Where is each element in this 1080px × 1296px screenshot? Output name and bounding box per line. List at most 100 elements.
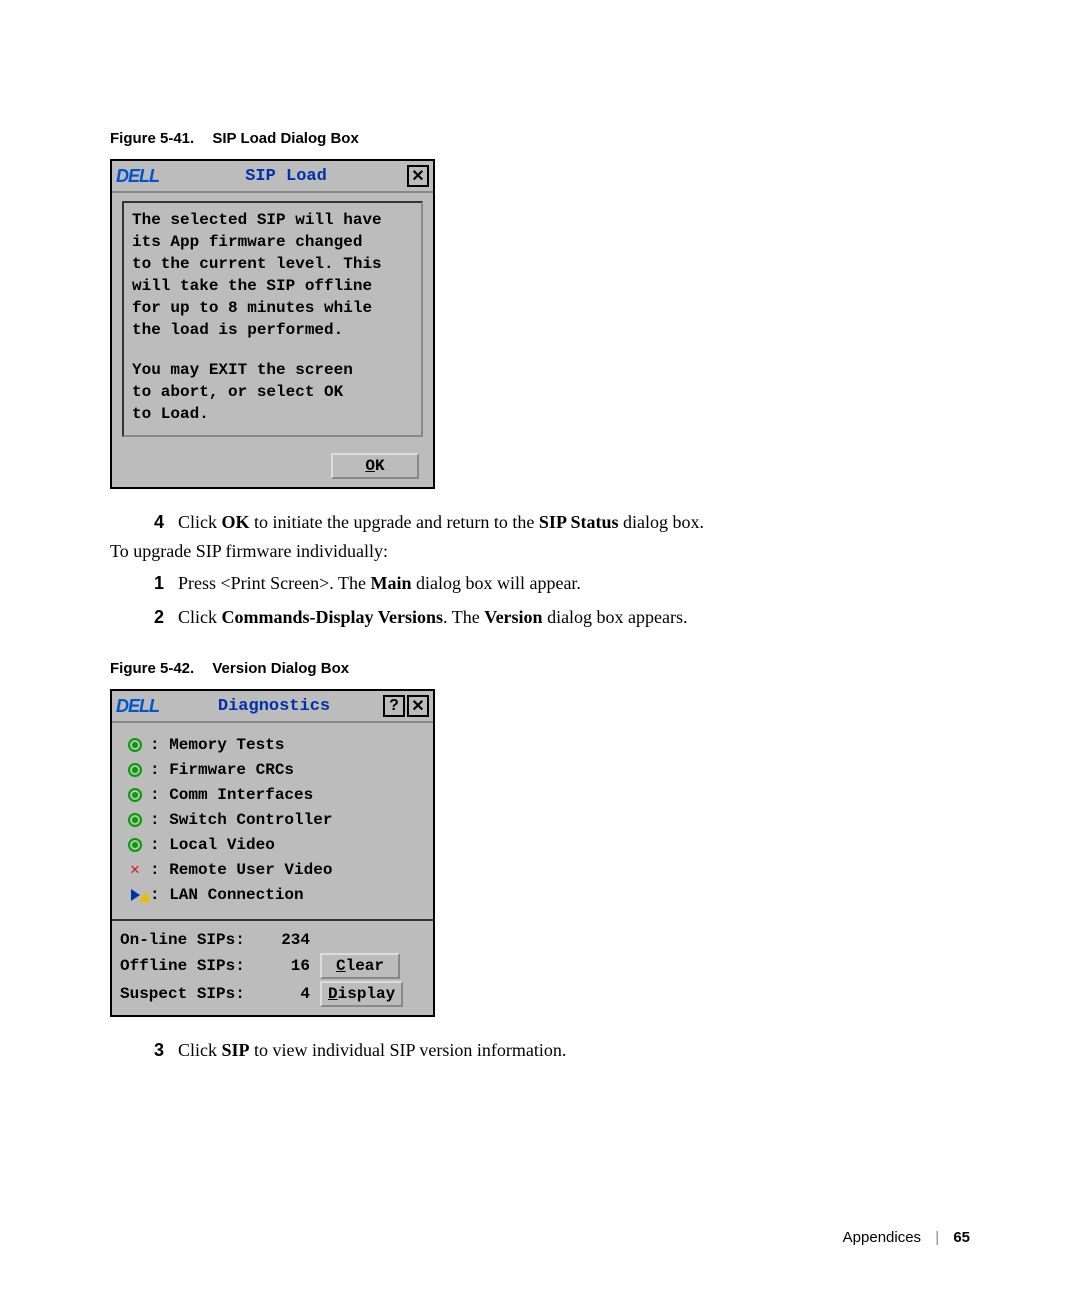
step-1: 1 Press <Print Screen>. The Main dialog …: [140, 568, 970, 598]
step-text: Click Commands-Display Versions. The Ver…: [178, 602, 970, 632]
step-number: 1: [140, 568, 164, 598]
clear-button[interactable]: Clear: [320, 953, 400, 979]
ok-underline: O: [365, 457, 375, 475]
step-number: 2: [140, 602, 164, 632]
dialog-titlebar: DELL Diagnostics: [112, 691, 433, 723]
footer-section: Appendices: [843, 1229, 921, 1246]
text: to initiate the upgrade and return to th…: [250, 512, 539, 532]
text: Press <Print Screen>. The: [178, 573, 370, 593]
figure-number: Figure 5-42.: [110, 660, 194, 677]
step-4: 4 Click OK to initiate the upgrade and r…: [140, 507, 970, 537]
dialog-button-row: OK: [112, 447, 433, 487]
status-pass-icon: [126, 836, 144, 854]
msg-line: to the current level. This: [132, 253, 413, 275]
dialog-body: : Memory Tests : Firmware CRCs : Comm In…: [112, 723, 433, 1015]
lead-paragraph: To upgrade SIP firmware individually:: [110, 541, 970, 562]
diagnostics-stats: On-line SIPs: 234 Offline SIPs: 16 Clear…: [112, 919, 433, 1015]
bold-text: Commands-Display Versions: [222, 607, 444, 627]
stat-value: 234: [260, 929, 310, 951]
ok-rest: K: [375, 457, 385, 475]
dialog-titlebar: DELL SIP Load: [112, 161, 433, 193]
diag-item-local-video: : Local Video: [126, 834, 423, 856]
diagnostics-list: : Memory Tests : Firmware CRCs : Comm In…: [112, 723, 433, 919]
figure-title: Version Dialog Box: [212, 660, 349, 677]
text: dialog box.: [618, 512, 704, 532]
diag-label: : Local Video: [150, 834, 275, 856]
step-text: Press <Print Screen>. The Main dialog bo…: [178, 568, 970, 598]
msg-line: for up to 8 minutes while: [132, 297, 413, 319]
diagnostics-dialog: DELL Diagnostics : Memory Tests : Firmwa…: [110, 689, 435, 1017]
stat-row-offline: Offline SIPs: 16 Clear: [120, 953, 425, 979]
text: . The: [443, 607, 484, 627]
diag-label: : LAN Connection: [150, 884, 304, 906]
close-icon[interactable]: [407, 165, 429, 187]
text: Click: [178, 512, 222, 532]
stat-row-suspect: Suspect SIPs: 4 Display: [120, 981, 425, 1007]
step-list-b: 1 Press <Print Screen>. The Main dialog …: [140, 568, 970, 632]
step-text: Click OK to initiate the upgrade and ret…: [178, 507, 970, 537]
display-rest: isplay: [338, 985, 396, 1003]
status-warning-icon: [126, 886, 144, 904]
figure-caption-5-41: Figure 5-41. SIP Load Dialog Box: [110, 130, 970, 147]
diag-item-lan-connection: : LAN Connection: [126, 884, 423, 906]
dell-logo: DELL: [116, 166, 159, 187]
msg-line: its App firmware changed: [132, 231, 413, 253]
display-underline: D: [328, 985, 338, 1003]
footer-separator: |: [935, 1229, 939, 1246]
diag-item-comm-interfaces: : Comm Interfaces: [126, 784, 423, 806]
step-list-c: 3 Click SIP to view individual SIP versi…: [140, 1035, 970, 1065]
stat-label: On-line SIPs:: [120, 929, 260, 951]
dialog-title: SIP Load: [167, 167, 405, 186]
bold-text: OK: [222, 512, 250, 532]
diag-item-firmware-crcs: : Firmware CRCs: [126, 759, 423, 781]
stat-label: Offline SIPs:: [120, 955, 260, 977]
msg-line: to abort, or select OK: [132, 381, 413, 403]
step-number: 4: [140, 507, 164, 537]
bold-text: Main: [370, 573, 411, 593]
status-fail-icon: ✕: [126, 861, 144, 879]
msg-line: The selected SIP will have: [132, 209, 413, 231]
figure-title: SIP Load Dialog Box: [212, 130, 358, 147]
dialog-body: The selected SIP will have its App firmw…: [112, 193, 433, 447]
bold-text: Version: [484, 607, 542, 627]
figure-caption-5-42: Figure 5-42. Version Dialog Box: [110, 660, 970, 677]
msg-line: You may EXIT the screen: [132, 359, 413, 381]
dialog-message: The selected SIP will have its App firmw…: [122, 201, 423, 437]
step-text: Click SIP to view individual SIP version…: [178, 1035, 970, 1065]
footer-page-number: 65: [953, 1229, 970, 1246]
step-list-a: 4 Click OK to initiate the upgrade and r…: [140, 507, 970, 537]
dialog-title: Diagnostics: [167, 697, 381, 716]
msg-line: the load is performed.: [132, 319, 413, 341]
stat-value: 4: [260, 983, 310, 1005]
msg-line: will take the SIP offline: [132, 275, 413, 297]
diag-label: : Switch Controller: [150, 809, 332, 831]
dell-logo: DELL: [116, 696, 159, 717]
diag-label: : Comm Interfaces: [150, 784, 313, 806]
clear-rest: lear: [346, 957, 384, 975]
status-pass-icon: [126, 761, 144, 779]
text: Click: [178, 1040, 222, 1060]
text: dialog box appears.: [543, 607, 688, 627]
page-footer: Appendices | 65: [843, 1229, 970, 1246]
diag-label: : Memory Tests: [150, 734, 284, 756]
bold-text: SIP Status: [539, 512, 619, 532]
diag-item-remote-user-video: ✕ : Remote User Video: [126, 859, 423, 881]
stat-label: Suspect SIPs:: [120, 983, 260, 1005]
diag-label: : Firmware CRCs: [150, 759, 294, 781]
stat-row-online: On-line SIPs: 234: [120, 929, 425, 951]
text: Click: [178, 607, 222, 627]
step-number: 3: [140, 1035, 164, 1065]
diag-item-memory-tests: : Memory Tests: [126, 734, 423, 756]
figure-number: Figure 5-41.: [110, 130, 194, 147]
display-button[interactable]: Display: [320, 981, 403, 1007]
status-pass-icon: [126, 786, 144, 804]
diag-item-switch-controller: : Switch Controller: [126, 809, 423, 831]
text: to view individual SIP version informati…: [250, 1040, 567, 1060]
help-icon[interactable]: [383, 695, 405, 717]
close-icon[interactable]: [407, 695, 429, 717]
status-pass-icon: [126, 736, 144, 754]
ok-button[interactable]: OK: [331, 453, 419, 479]
step-2: 2 Click Commands-Display Versions. The V…: [140, 602, 970, 632]
sip-load-dialog: DELL SIP Load The selected SIP will have…: [110, 159, 435, 489]
bold-text: SIP: [222, 1040, 250, 1060]
